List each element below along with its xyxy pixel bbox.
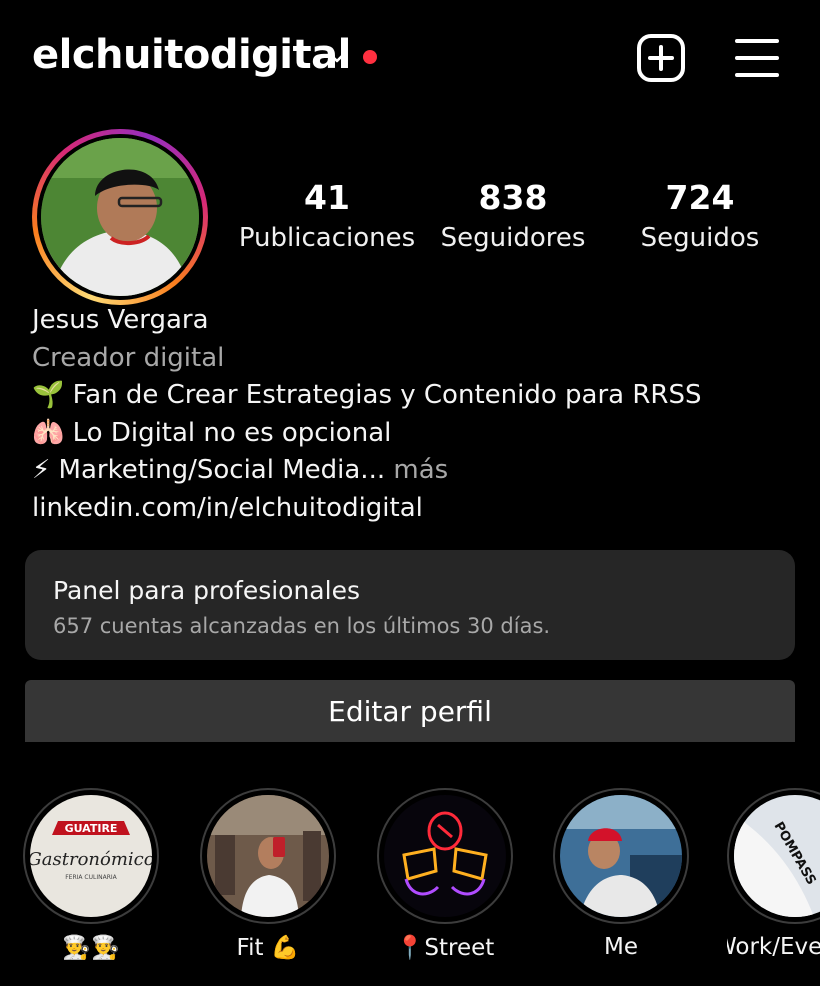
profile-link[interactable]: linkedin.com/in/elchuitodigital	[32, 490, 792, 528]
highlight-label: 👨‍🍳👨‍🍳	[62, 935, 120, 961]
dashboard-title: Panel para profesionales	[53, 576, 360, 605]
avatar[interactable]	[41, 138, 199, 296]
highlight-label: Work/Even	[727, 934, 820, 960]
posts-stat[interactable]: 41 Publicaciones	[232, 178, 422, 253]
followers-count: 838	[478, 178, 548, 217]
avatar-image	[41, 138, 199, 296]
highlight-cover	[207, 795, 329, 917]
top-bar: elchuitodigital	[0, 0, 820, 115]
highlight-cover	[384, 795, 506, 917]
highlight-cover-top: GUATIRE	[65, 822, 118, 835]
highlight-item[interactable]: GUATIRE Gastronómico FERIA CULINARIA 👨‍🍳…	[21, 788, 161, 961]
new-post-icon[interactable]	[636, 33, 686, 83]
bio-line-3-text: ⚡ Marketing/Social Media...	[32, 455, 386, 485]
bio-line-2: 🫁 Lo Digital no es opcional	[32, 417, 392, 448]
profile-name: Jesus Vergara	[32, 305, 209, 335]
highlight-cover: POMPASS	[734, 795, 820, 917]
profile-bio: Jesus Vergara Creador digital 🌱 Fan de C…	[32, 302, 792, 527]
highlight-cover	[560, 795, 682, 917]
dashboard-subtitle: 657 cuentas alcanzadas en los últimos 30…	[53, 614, 551, 638]
followers-label: Seguidores	[440, 223, 586, 253]
highlight-label: 📍Street	[395, 935, 495, 961]
following-stat[interactable]: 724 Seguidos	[605, 178, 795, 253]
highlight-label: Me	[604, 934, 638, 960]
bio-line-3: ⚡ Marketing/Social Media... más	[32, 452, 792, 490]
menu-icon[interactable]	[734, 35, 780, 81]
followers-stat[interactable]: 838 Seguidores	[418, 178, 608, 253]
bio-line-1: 🌱 Fan de Crear Estrategias y Contenido p…	[32, 380, 702, 410]
edit-profile-button[interactable]: Editar perfil	[25, 680, 795, 742]
following-count: 724	[665, 178, 735, 217]
posts-label: Publicaciones	[238, 223, 416, 253]
highlight-item[interactable]: POMPASS Work/Even	[727, 788, 820, 960]
chevron-down-icon[interactable]	[326, 46, 348, 68]
professional-dashboard[interactable]: Panel para profesionales 657 cuentas alc…	[25, 550, 795, 660]
highlight-cover-sub: FERIA CULINARIA	[65, 874, 117, 881]
highlight-item[interactable]: 📍Street	[375, 788, 515, 961]
highlight-label: Fit 💪	[236, 935, 300, 961]
story-ring[interactable]	[32, 129, 208, 305]
highlight-item[interactable]: Me	[551, 788, 691, 960]
highlight-item[interactable]: Fit 💪	[198, 788, 338, 961]
username-title[interactable]: elchuitodigital	[32, 32, 351, 78]
highlight-cover: GUATIRE Gastronómico FERIA CULINARIA	[30, 795, 152, 917]
profile-category: Creador digital	[32, 342, 225, 373]
notification-dot	[363, 50, 377, 64]
posts-count: 41	[304, 178, 350, 217]
more-link[interactable]: más	[393, 455, 448, 485]
following-label: Seguidos	[640, 223, 760, 253]
highlight-cover-main: Gastronómico	[30, 849, 152, 870]
